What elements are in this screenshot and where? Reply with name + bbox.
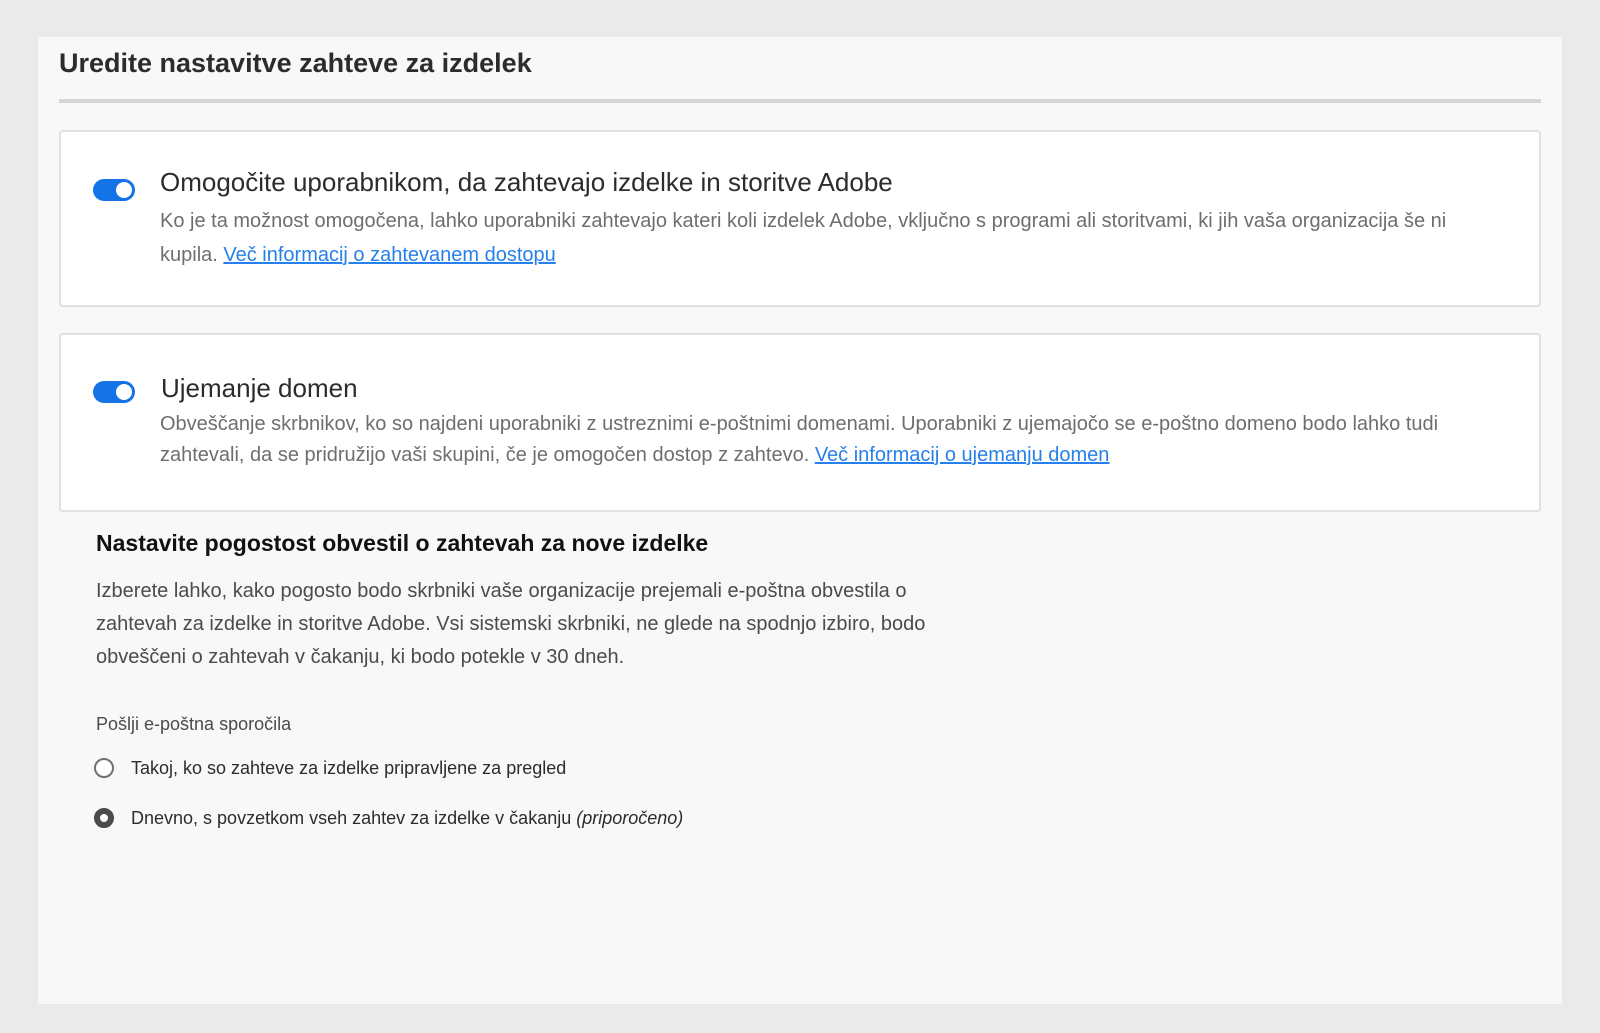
request-access-learn-more-link[interactable]: Več informacij o zahtevanem dostopu xyxy=(223,244,555,266)
domain-matching-description: Obveščanje skrbnikov, ko so najdeni upor… xyxy=(160,409,1470,471)
radio-option-immediate-text: Takoj, ko so zahteve za izdelke pripravl… xyxy=(131,757,567,778)
domain-matching-heading: Ujemanje domen xyxy=(161,373,358,403)
page-title: Uredite nastavitve zahteve za izdelek xyxy=(59,48,532,78)
radio-option-daily-text: Dnevno, s povzetkom vseh zahtev za izdel… xyxy=(131,807,577,828)
radio-option-immediate-label: Takoj, ko so zahteve za izdelke pripravl… xyxy=(131,758,566,779)
domain-matching-toggle[interactable] xyxy=(93,381,135,403)
notification-frequency-heading: Nastavite pogostost obvestil o zahtevah … xyxy=(96,530,709,556)
title-divider xyxy=(59,99,1541,103)
request-access-card: Omogočite uporabnikom, da zahtevajo izde… xyxy=(59,130,1541,307)
toggle-knob xyxy=(116,384,132,400)
radio-option-daily-label: Dnevno, s povzetkom vseh zahtev za izdel… xyxy=(131,808,683,829)
send-emails-label: Pošlji e-poštna sporočila xyxy=(96,714,292,734)
request-access-description: Ko je ta možnost omogočena, lahko uporab… xyxy=(160,204,1470,272)
radio-button-unchecked[interactable] xyxy=(94,758,114,778)
radio-option-daily[interactable]: Dnevno, s povzetkom vseh zahtev za izdel… xyxy=(94,803,683,833)
settings-panel: Uredite nastavitve zahteve za izdelek Om… xyxy=(38,37,1562,1004)
domain-matching-card: Ujemanje domen Obveščanje skrbnikov, ko … xyxy=(59,333,1541,512)
domain-matching-learn-more-link[interactable]: Več informacij o ujemanju domen xyxy=(815,444,1110,466)
recommended-note: (priporočeno) xyxy=(576,807,684,828)
request-access-heading: Omogočite uporabnikom, da zahtevajo izde… xyxy=(160,167,893,197)
radio-button-checked[interactable] xyxy=(94,808,114,828)
request-access-toggle[interactable] xyxy=(93,179,135,201)
toggle-knob xyxy=(116,182,132,198)
radio-option-immediate[interactable]: Takoj, ko so zahteve za izdelke pripravl… xyxy=(94,753,566,783)
domain-matching-description-text: Obveščanje skrbnikov, ko so najdeni upor… xyxy=(160,413,1439,466)
notification-frequency-description: Izberete lahko, kako pogosto bodo skrbni… xyxy=(96,580,926,668)
